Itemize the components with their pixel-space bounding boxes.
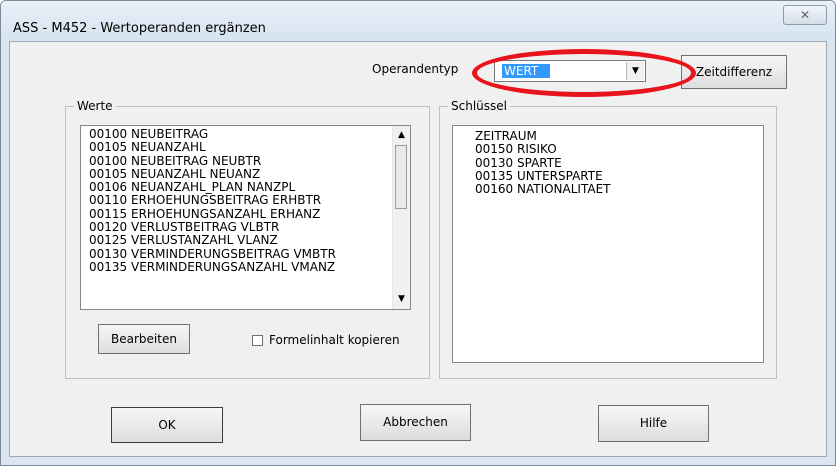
- list-item[interactable]: 00106 NEUANZAHL_PLAN NANZPL: [81, 180, 410, 194]
- cancel-button[interactable]: Abbrechen: [360, 404, 471, 441]
- scrollbar-thumb[interactable]: [395, 145, 407, 209]
- schluessel-group: Schlüssel ZEITRAUM 00150 RISIKO 00130 SP…: [439, 99, 777, 379]
- list-item[interactable]: 00125 VERLUSTANZAHL VLANZ: [81, 234, 410, 248]
- scroll-up-icon[interactable]: ▲: [393, 127, 410, 144]
- list-item[interactable]: 00105 NEUANZAHL: [81, 140, 410, 154]
- scroll-down-icon[interactable]: ▼: [393, 291, 410, 308]
- ok-label: OK: [158, 418, 176, 432]
- schluessel-group-title: Schlüssel: [448, 99, 510, 113]
- operand-type-label: Operandentyp: [372, 62, 459, 76]
- help-button[interactable]: Hilfe: [598, 405, 709, 442]
- operand-type-value: WERT: [502, 64, 550, 78]
- zeitdifferenz-button[interactable]: Zeitdifferenz: [681, 55, 787, 89]
- dialog-window: ASS - M452 - Wertoperanden ergänzen ✕ Op…: [0, 0, 836, 466]
- werte-items: 00100 NEUBEITRAG 00105 NEUANZAHL 00100 N…: [81, 126, 410, 274]
- list-item[interactable]: 00115 ERHOEHUNGSANZAHL ERHANZ: [81, 207, 410, 221]
- dialog-body: Operandentyp WERT ▼ Zeitdifferenz Werte …: [9, 41, 827, 457]
- schluessel-items: ZEITRAUM 00150 RISIKO 00130 SPARTE 00135…: [453, 126, 763, 196]
- help-label: Hilfe: [639, 416, 668, 430]
- close-button[interactable]: ✕: [783, 5, 827, 25]
- list-item[interactable]: 00105 NEUANZAHL NEUANZ: [81, 167, 410, 181]
- list-item[interactable]: 00110 ERHOEHUNGSBEITRAG ERHBTR: [81, 194, 410, 208]
- list-item[interactable]: 00135 VERMINDERUNGSANZAHL VMANZ: [81, 260, 410, 274]
- list-item[interactable]: 00160 NATIONALITAET: [453, 182, 763, 196]
- list-item[interactable]: 00120 VERLUSTBEITRAG VLBTR: [81, 220, 410, 234]
- ok-button[interactable]: OK: [111, 407, 223, 443]
- close-icon: ✕: [799, 8, 811, 22]
- list-item[interactable]: 00150 RISIKO: [453, 142, 763, 156]
- list-item[interactable]: 00135 UNTERSPARTE: [453, 169, 763, 183]
- list-item[interactable]: 00100 NEUBEITRAG: [81, 127, 410, 141]
- werte-listbox[interactable]: 00100 NEUBEITRAG 00105 NEUANZAHL 00100 N…: [80, 125, 411, 310]
- bearbeiten-button[interactable]: Bearbeiten: [98, 324, 190, 354]
- bearbeiten-label: Bearbeiten: [111, 332, 177, 346]
- zeitdifferenz-label: Zeitdifferenz: [695, 65, 773, 79]
- cancel-label: Abbrechen: [383, 415, 448, 429]
- werte-group-title: Werte: [74, 99, 116, 113]
- list-item[interactable]: 00130 SPARTE: [453, 156, 763, 170]
- window-title: ASS - M452 - Wertoperanden ergänzen: [13, 21, 266, 36]
- list-item[interactable]: ZEITRAUM: [453, 129, 763, 143]
- operand-type-dropdown[interactable]: WERT ▼: [494, 60, 646, 82]
- chevron-down-icon[interactable]: ▼: [626, 62, 644, 80]
- list-item[interactable]: 00100 NEUBEITRAG NEUBTR: [81, 154, 410, 168]
- title-bar[interactable]: ASS - M452 - Wertoperanden ergänzen ✕: [1, 1, 835, 41]
- copy-formula-label[interactable]: Formelinhalt kopieren: [269, 333, 400, 347]
- werte-scrollbar[interactable]: ▲ ▼: [392, 126, 410, 309]
- werte-group: Werte 00100 NEUBEITRAG 00105 NEUANZAHL 0…: [65, 99, 430, 379]
- copy-formula-checkbox[interactable]: [252, 335, 263, 346]
- list-item[interactable]: 00130 VERMINDERUNGSBEITRAG VMBTR: [81, 247, 410, 261]
- schluessel-listbox[interactable]: ZEITRAUM 00150 RISIKO 00130 SPARTE 00135…: [452, 125, 764, 363]
